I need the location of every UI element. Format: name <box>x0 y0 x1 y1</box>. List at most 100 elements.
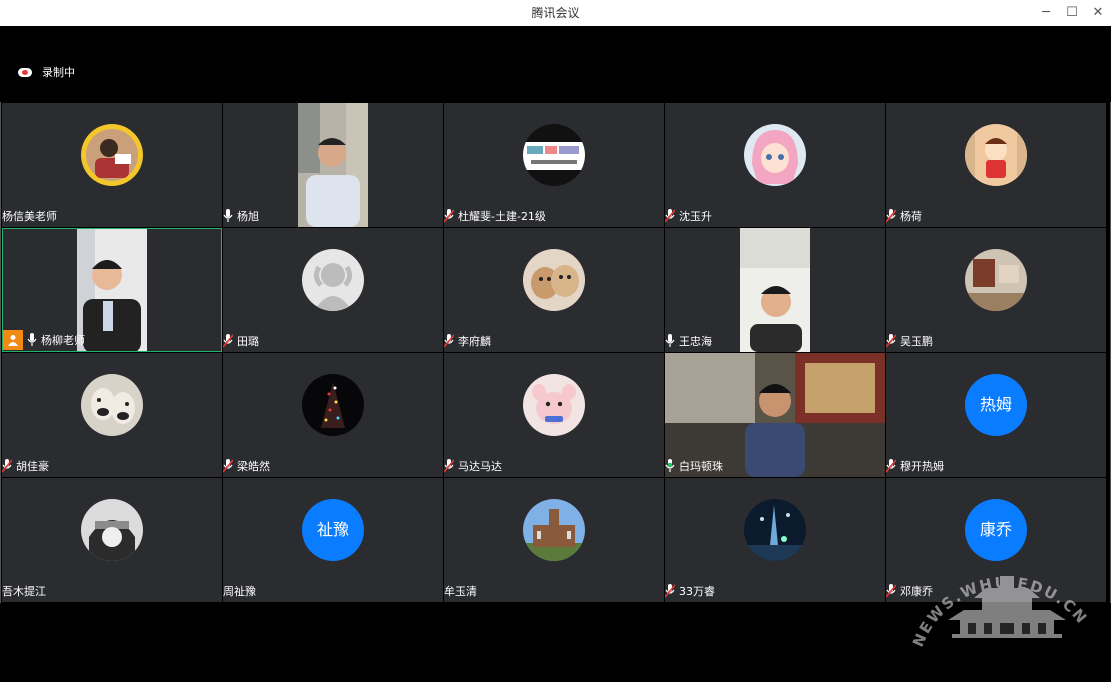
participant-tile[interactable]: 杨旭 <box>223 103 443 227</box>
name-label-row: 杨荷 <box>886 205 922 227</box>
name-label-row: 吴玉鹏 <box>886 330 933 352</box>
name-label-row: 杨信美老师 <box>2 205 57 227</box>
name-label-row: 梁皓然 <box>223 455 270 477</box>
name-label-row: 沈玉升 <box>665 205 712 227</box>
minimize-icon[interactable]: ─ <box>1032 0 1060 26</box>
microphone-icon <box>223 209 233 223</box>
name-label-row: 王忠海 <box>665 330 712 352</box>
participant-name: 沈玉升 <box>679 210 712 223</box>
participant-tile[interactable]: 王忠海 <box>665 228 885 352</box>
top-toolbar <box>0 26 1111 102</box>
participant-name: 田璐 <box>237 335 259 348</box>
microphone-icon <box>27 333 37 347</box>
participant-name: 杨柳老师 <box>41 334 85 347</box>
participant-tile[interactable]: 李府麟 <box>444 228 664 352</box>
recording-label: 录制中 <box>42 66 75 79</box>
microphone-muted-icon <box>444 209 454 223</box>
participant-tile[interactable]: 杜耀斐-土建-21级 <box>444 103 664 227</box>
name-label-row: 周祉豫 <box>223 580 256 602</box>
microphone-icon <box>665 334 675 348</box>
participant-tile[interactable]: 白玛顿珠 <box>665 353 885 477</box>
microphone-muted-icon <box>886 334 896 348</box>
microphone-muted-icon <box>444 334 454 348</box>
participant-tile[interactable]: 胡佳豪 <box>2 353 222 477</box>
name-label-row: 穆开热姆 <box>886 455 944 477</box>
name-label-row: 牟玉清 <box>444 580 477 602</box>
watermark-logo: NEWS.WHU.EDU.CN <box>909 548 1102 668</box>
title-bar: 腾讯会议 ─ ☐ ✕ <box>0 0 1111 27</box>
microphone-muted-icon <box>2 459 12 473</box>
participant-tile[interactable]: 牟玉清 <box>444 478 664 602</box>
avatar: 热姆 <box>965 374 1027 436</box>
participant-name: 杜耀斐-土建-21级 <box>458 210 546 223</box>
participant-tile[interactable]: 33万睿 <box>665 478 885 602</box>
cloud-recording-icon <box>18 66 34 78</box>
recording-indicator[interactable]: 录制中 <box>18 64 75 80</box>
microphone-speaking-icon <box>665 459 675 473</box>
name-label-row: 杨柳老师 <box>3 329 85 351</box>
close-icon[interactable]: ✕ <box>1084 0 1111 26</box>
participant-tile[interactable]: 热姆 穆开热姆 <box>886 353 1106 477</box>
participant-tile-active-speaker[interactable]: 杨柳老师 <box>2 228 222 352</box>
name-label-row: 吾木提江 <box>2 580 46 602</box>
video-feed <box>740 228 810 352</box>
participant-tile[interactable]: 祉豫 周祉豫 <box>223 478 443 602</box>
name-label-row: 马达马达 <box>444 455 502 477</box>
participant-name: 王忠海 <box>679 335 712 348</box>
participant-name: 穆开热姆 <box>900 460 944 473</box>
microphone-muted-icon <box>886 459 896 473</box>
participant-name: 吴玉鹏 <box>900 335 933 348</box>
microphone-muted-icon <box>223 459 233 473</box>
maximize-icon[interactable]: ☐ <box>1058 0 1086 26</box>
window-title: 腾讯会议 <box>531 6 580 20</box>
participant-name: 李府麟 <box>458 335 491 348</box>
microphone-muted-icon <box>444 459 454 473</box>
avatar <box>965 124 1027 186</box>
participant-name: 杨信美老师 <box>2 210 57 223</box>
name-label-row: 田璐 <box>223 330 259 352</box>
participant-name: 周祉豫 <box>223 585 256 598</box>
avatar <box>523 374 585 436</box>
participant-name: 马达马达 <box>458 460 502 473</box>
video-feed <box>298 103 368 227</box>
name-label-row: 白玛顿珠 <box>665 455 723 477</box>
participant-tile[interactable]: 吴玉鹏 <box>886 228 1106 352</box>
participant-name: 胡佳豪 <box>16 460 49 473</box>
participant-tile[interactable]: 杨信美老师 <box>2 103 222 227</box>
participant-name: 吾木提江 <box>2 585 46 598</box>
participant-tile[interactable]: 马达马达 <box>444 353 664 477</box>
host-icon <box>3 330 23 350</box>
video-feed <box>77 229 147 351</box>
avatar <box>744 124 806 186</box>
avatar <box>523 124 585 186</box>
name-label-row: 杨旭 <box>223 205 259 227</box>
name-label-row: 李府麟 <box>444 330 491 352</box>
name-label-row: 杜耀斐-土建-21级 <box>444 205 546 227</box>
microphone-muted-icon <box>223 334 233 348</box>
participant-tile[interactable]: 梁皓然 <box>223 353 443 477</box>
avatar <box>523 249 585 311</box>
participant-name: 杨旭 <box>237 210 259 223</box>
avatar <box>523 499 585 561</box>
name-label-row: 胡佳豪 <box>2 455 49 477</box>
participant-name: 梁皓然 <box>237 460 270 473</box>
participant-name: 杨荷 <box>900 210 922 223</box>
participant-tile[interactable]: 吾木提江 <box>2 478 222 602</box>
avatar <box>81 374 143 436</box>
avatar <box>81 124 143 186</box>
participant-name: 33万睿 <box>679 585 715 598</box>
participant-name: 白玛顿珠 <box>679 460 723 473</box>
participant-tile[interactable]: 杨荷 <box>886 103 1106 227</box>
avatar <box>302 374 364 436</box>
microphone-muted-icon <box>665 209 675 223</box>
avatar <box>302 249 364 311</box>
participant-tile[interactable]: 田璐 <box>223 228 443 352</box>
microphone-muted-icon <box>886 584 896 598</box>
avatar <box>965 249 1027 311</box>
avatar <box>744 499 806 561</box>
microphone-muted-icon <box>665 584 675 598</box>
avatar: 祉豫 <box>302 499 364 561</box>
participant-grid: 杨信美老师 杨旭 杜耀斐-土建-21级 沈玉升 杨荷 杨柳老师 田璐 李府麟 王… <box>2 103 1108 603</box>
participant-tile[interactable]: 沈玉升 <box>665 103 885 227</box>
name-label-row: 33万睿 <box>665 580 715 602</box>
